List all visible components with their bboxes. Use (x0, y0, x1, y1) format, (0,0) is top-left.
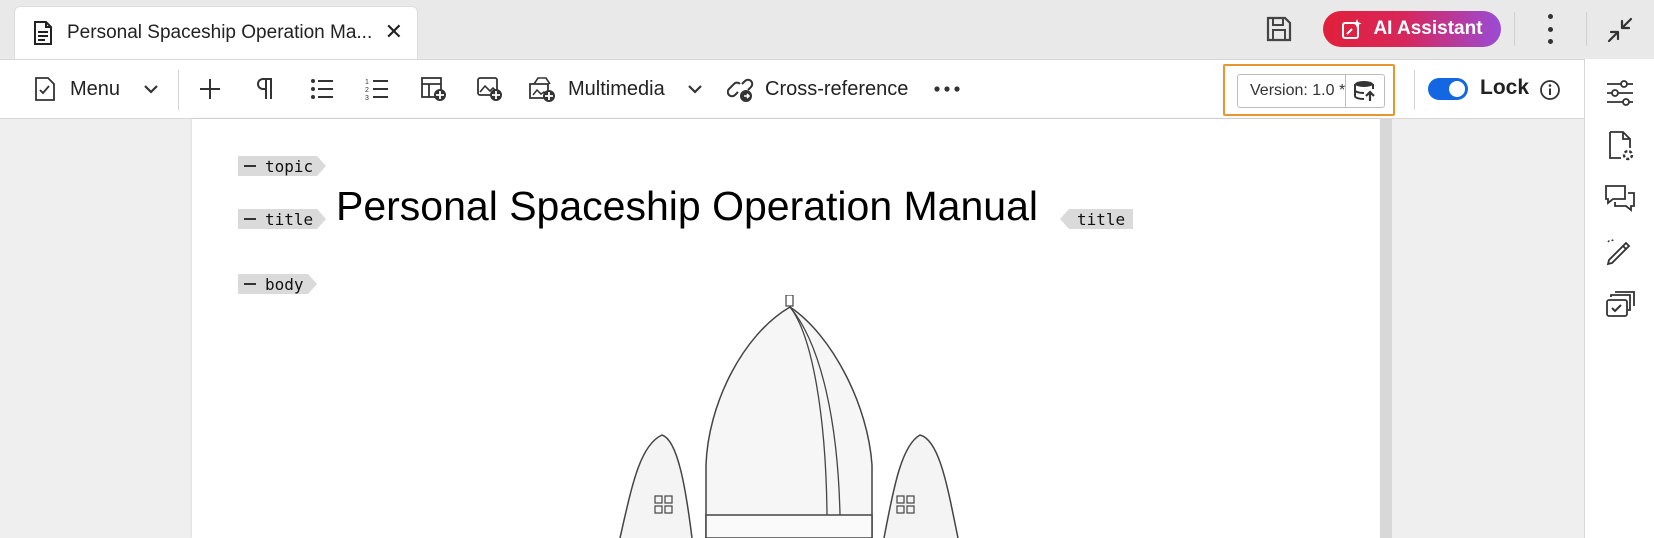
svg-text:1: 1 (365, 79, 369, 86)
menu-label: Menu (70, 77, 121, 100)
paragraph-icon[interactable] (254, 77, 276, 101)
document-icon (34, 21, 52, 45)
close-tab-button[interactable]: ✕ (385, 19, 403, 45)
numbered-list-icon[interactable]: 1 2 3 (365, 77, 389, 101)
collapse-icon[interactable] (244, 165, 256, 167)
document-title[interactable]: Personal Spaceship Operation Manual (336, 183, 1038, 230)
more-options-button[interactable] (1538, 14, 1562, 44)
multimedia-label: Multimedia (568, 77, 665, 100)
info-icon[interactable] (1539, 79, 1561, 101)
divider (178, 70, 179, 110)
database-upload-button[interactable] (1346, 79, 1384, 103)
cross-reference-button[interactable]: Cross-reference (727, 60, 908, 118)
more-horizontal-icon[interactable] (934, 86, 960, 92)
title-close-tag-label: title (1077, 209, 1126, 229)
tab-title: Personal Spaceship Operation Ma... (67, 22, 373, 43)
collapse-icon[interactable] (244, 218, 256, 220)
multimedia-button[interactable]: Multimedia (528, 60, 665, 118)
editor-toolbar: Menu 1 2 3 Multimedia Cross-reference Ve… (0, 59, 1584, 119)
spaceship-illustration[interactable] (612, 295, 992, 538)
right-rail (1584, 59, 1654, 538)
chevron-down-icon[interactable] (686, 80, 704, 98)
divider (1514, 12, 1515, 46)
comments-icon[interactable] (1604, 183, 1636, 215)
collapse-icon[interactable] (1606, 16, 1634, 44)
file-settings-icon[interactable] (1604, 130, 1636, 162)
lock-label: Lock (1480, 76, 1530, 99)
ai-assistant-label: AI Assistant (1373, 18, 1483, 39)
plus-icon[interactable] (198, 77, 222, 101)
document-page[interactable]: topic title Personal Spaceship Operation… (192, 119, 1380, 538)
chevron-down-icon[interactable] (142, 80, 160, 98)
version-highlight: Version: 1.0 * (1223, 64, 1395, 116)
review-icon[interactable] (1604, 289, 1636, 321)
topic-tag-label: topic (265, 156, 314, 176)
title-tag-label: title (265, 209, 314, 229)
cross-reference-label: Cross-reference (765, 77, 909, 100)
checklist-icon (35, 77, 55, 101)
version-label: Version: 1.0 * (1250, 82, 1346, 99)
properties-icon[interactable] (1604, 77, 1636, 109)
lock-toggle[interactable] (1428, 78, 1468, 100)
insert-image-icon[interactable] (477, 76, 503, 102)
version-control[interactable]: Version: 1.0 * (1237, 74, 1385, 108)
tab-bar: Personal Spaceship Operation Ma... ✕ AI … (0, 0, 1654, 59)
cross-reference-icon (727, 78, 754, 102)
topic-tag[interactable]: topic (238, 156, 327, 176)
ai-sparkle-icon (1342, 19, 1362, 39)
menu-button[interactable]: Menu (34, 60, 120, 118)
svg-text:2: 2 (365, 87, 369, 94)
edit-pen-icon[interactable] (1604, 236, 1636, 268)
divider (1414, 70, 1415, 110)
title-close-tag[interactable]: title (1059, 209, 1134, 229)
body-tag[interactable]: body (238, 274, 317, 294)
document-tab[interactable]: Personal Spaceship Operation Ma... ✕ (14, 6, 418, 59)
database-upload-icon (1354, 81, 1375, 101)
svg-text:3: 3 (365, 95, 369, 101)
insert-table-icon[interactable] (421, 76, 447, 102)
editor-canvas: topic title Personal Spaceship Operation… (0, 119, 1584, 538)
vertical-scrollbar[interactable] (1380, 119, 1392, 538)
save-icon[interactable] (1264, 14, 1294, 44)
divider (1586, 12, 1587, 46)
collapse-icon[interactable] (244, 283, 256, 285)
body-tag-label: body (265, 274, 304, 294)
bulleted-list-icon[interactable] (310, 77, 334, 101)
ai-assistant-button[interactable]: AI Assistant (1323, 11, 1501, 47)
title-open-tag[interactable]: title (238, 209, 327, 229)
multimedia-icon (529, 77, 555, 102)
